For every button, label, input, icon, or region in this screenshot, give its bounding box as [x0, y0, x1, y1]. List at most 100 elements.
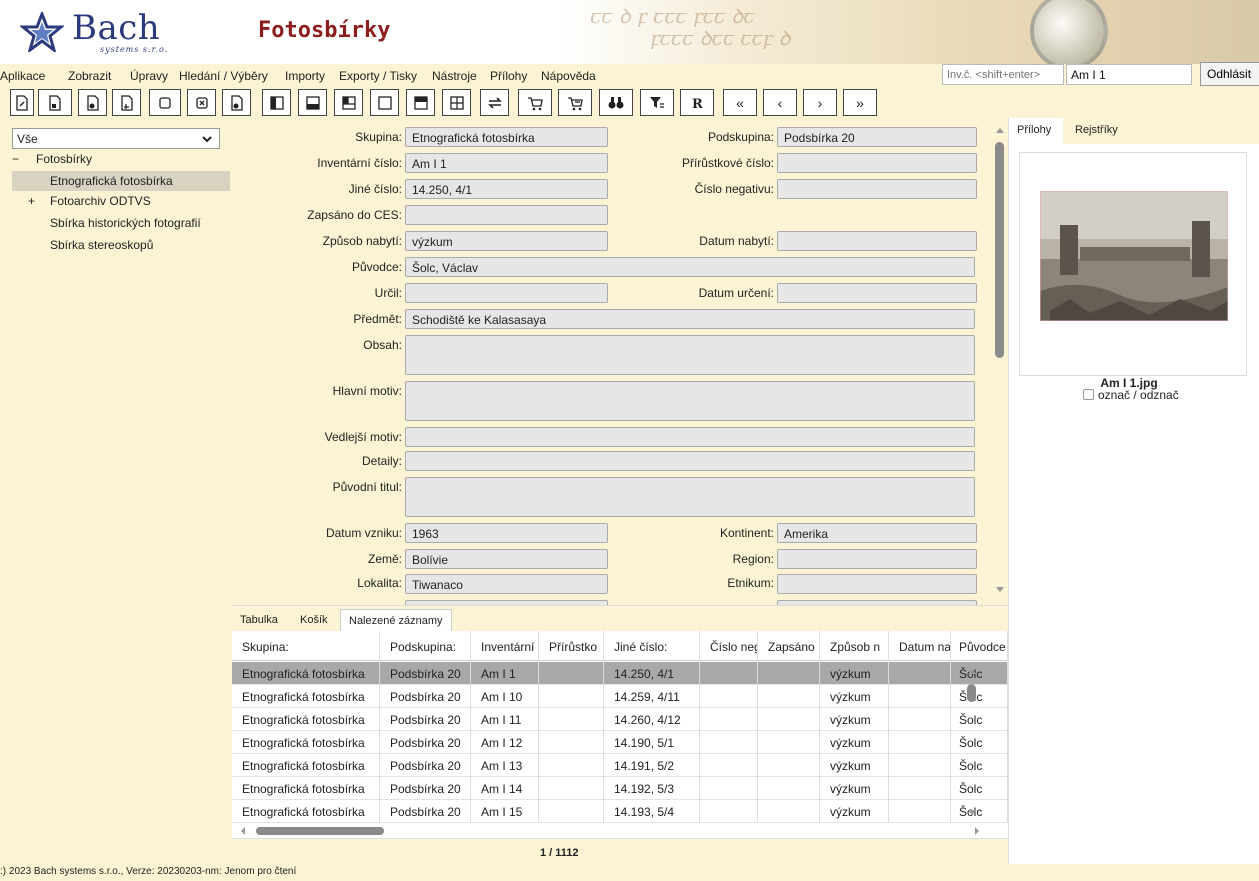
last-record-button[interactable]: » — [843, 89, 877, 116]
field-detaily[interactable] — [405, 451, 975, 471]
menu-napoveda[interactable]: Nápověda — [541, 69, 596, 83]
layout-split-button[interactable] — [334, 89, 363, 116]
copy-record-button[interactable] — [112, 89, 141, 116]
field-zapsano-ces[interactable] — [405, 205, 608, 225]
tab-prilohy[interactable]: Přílohy — [1009, 118, 1063, 144]
filter-button[interactable] — [640, 89, 674, 116]
logout-button[interactable]: Odhlásit — [1200, 62, 1259, 86]
blank-button[interactable] — [149, 89, 181, 116]
field-datum-urceni[interactable] — [777, 283, 977, 303]
field-puvodce[interactable]: Šolc, Václav — [405, 257, 975, 277]
tab-tabulka[interactable]: Tabulka — [232, 609, 286, 632]
quick-search-input[interactable] — [1066, 64, 1192, 85]
attachment-thumbnail[interactable] — [1019, 152, 1247, 376]
table-scroll-thumb[interactable] — [967, 684, 976, 702]
tree-item-etnograficka[interactable]: Etnografická fotosbírka — [12, 171, 230, 191]
column-header[interactable]: Zapsáno — [758, 631, 820, 661]
tab-kosik[interactable]: Košík — [292, 609, 336, 632]
column-header[interactable]: Původce — [951, 631, 1008, 661]
column-header[interactable]: Způsob n — [820, 631, 889, 661]
field-cislo-negativu[interactable] — [777, 179, 977, 199]
column-header[interactable]: Skupina: — [232, 631, 380, 661]
field-hlavni-motiv[interactable] — [405, 381, 975, 421]
attachment-mark-toggle[interactable]: označ / odznač — [1083, 388, 1179, 402]
menu-importy[interactable]: Importy — [285, 69, 325, 83]
layout-single-button[interactable] — [370, 89, 399, 116]
column-header[interactable]: Číslo neg — [700, 631, 758, 661]
field-puvodni-titul[interactable] — [405, 477, 975, 517]
menu-nastroje[interactable]: Nástroje — [432, 69, 477, 83]
field-skupina[interactable]: Etnografická fotosbírka — [405, 127, 608, 147]
save-record-button[interactable] — [222, 89, 251, 116]
previous-record-button[interactable]: ‹ — [763, 89, 797, 116]
table-row[interactable]: Etnografická fotosbírka Podsbírka 20 Am I … — [232, 800, 1008, 823]
layout-left-button[interactable] — [262, 89, 291, 116]
layout-grid-button[interactable] — [442, 89, 471, 116]
table-row[interactable]: Etnografická fotosbírka Podsbírka 20 Am I … — [232, 731, 1008, 754]
field-zpusob-nabyti[interactable]: výzkum — [405, 231, 608, 251]
tree-item-fotoarchiv[interactable]: Fotoarchiv ODTVS — [50, 194, 151, 208]
field-region[interactable] — [777, 549, 977, 569]
menu-zobrazit[interactable]: Zobrazit — [68, 69, 111, 83]
tree-item-stereoskopy[interactable]: Sbírka stereoskopů — [50, 238, 153, 252]
form-scroll-thumb[interactable] — [995, 142, 1004, 358]
lock-record-button[interactable] — [38, 89, 72, 116]
cart-remove-button[interactable] — [558, 89, 592, 116]
mark-checkbox[interactable] — [1083, 389, 1094, 400]
field-kontinent[interactable]: Amerika — [777, 523, 977, 543]
cart-add-button[interactable] — [518, 89, 552, 116]
menu-hledani[interactable]: Hledání / Výběry — [179, 69, 268, 83]
tree-item-historicke[interactable]: Sbírka historických fotografií — [50, 216, 201, 230]
column-header[interactable]: Inventární — [471, 631, 539, 661]
binoculars-button[interactable] — [599, 89, 633, 116]
menu-upravy[interactable]: Úpravy — [130, 69, 168, 83]
table-row[interactable]: Etnografická fotosbírka Podsbírka 20 Am I … — [232, 662, 1008, 685]
column-header[interactable]: Datum na — [889, 631, 951, 661]
table-row[interactable]: Etnografická fotosbírka Podsbírka 20 Am I … — [232, 754, 1008, 777]
field-jine-cislo[interactable]: 14.250, 4/1 — [405, 179, 608, 199]
tab-rejstriky[interactable]: Rejstříky — [1067, 118, 1126, 144]
tree-expand-toggle[interactable]: + — [28, 194, 35, 208]
tree-root-fotosbirky[interactable]: Fotosbírky — [36, 152, 92, 166]
table-hscroll-thumb[interactable] — [256, 827, 384, 835]
field-urcil[interactable] — [405, 283, 608, 303]
menu-exporty[interactable]: Exporty / Tisky — [339, 69, 417, 83]
field-datum-nabyti[interactable] — [777, 231, 977, 251]
form-scrollbar[interactable] — [992, 118, 1008, 605]
field-zeme[interactable]: Bolívie — [405, 549, 608, 569]
column-header[interactable]: Jiné číslo: — [604, 631, 700, 661]
field-etnikum[interactable] — [777, 574, 977, 594]
field-podskupina[interactable]: Podsbírka 20 — [777, 127, 977, 147]
delete-record-button[interactable] — [187, 89, 216, 116]
table-cell: Am I 15 — [471, 800, 539, 823]
field-inv-cislo[interactable]: Am I 1 — [405, 153, 608, 173]
edit-record-button[interactable] — [78, 89, 107, 116]
layout-bottom-button[interactable] — [298, 89, 327, 116]
inventory-number-input[interactable] — [942, 64, 1064, 85]
field-obsah[interactable] — [405, 335, 975, 375]
layout-top-button[interactable] — [406, 89, 435, 116]
collection-filter-select[interactable]: Vše — [12, 128, 220, 149]
table-row[interactable]: Etnografická fotosbírka Podsbírka 20 Am I … — [232, 777, 1008, 800]
next-record-button[interactable]: › — [803, 89, 837, 116]
new-record-button[interactable] — [10, 89, 34, 116]
first-record-button[interactable]: « — [723, 89, 757, 116]
report-button[interactable]: R — [680, 89, 714, 116]
attachments-panel: Přílohy Rejstříky Am I 1.jpg označ / odz… — [1008, 118, 1259, 864]
column-header[interactable]: Podskupina: — [380, 631, 471, 661]
field-lokalita[interactable]: Tiwanaco — [405, 574, 608, 594]
column-header[interactable]: Přírůstko — [539, 631, 604, 661]
field-vedlejsi-motiv[interactable] — [405, 427, 975, 447]
table-horizontal-scrollbar[interactable] — [232, 823, 980, 838]
table-row[interactable]: Etnografická fotosbírka Podsbírka 20 Am I … — [232, 685, 1008, 708]
swap-button[interactable] — [480, 89, 509, 116]
field-datum-vzniku[interactable]: 1963 — [405, 523, 608, 543]
menu-prilohy[interactable]: Přílohy — [490, 69, 527, 83]
table-row[interactable]: Etnografická fotosbírka Podsbírka 20 Am I … — [232, 708, 1008, 731]
tab-nalezene-zaznamy[interactable]: Nalezené záznamy — [340, 609, 452, 632]
field-predmet[interactable]: Schodiště ke Kalasasaya — [405, 309, 975, 329]
field-prirustkove[interactable] — [777, 153, 977, 173]
tree-collapse-toggle[interactable]: − — [12, 152, 19, 166]
table-vertical-scrollbar[interactable] — [964, 662, 980, 823]
menu-aplikace[interactable]: Aplikace — [0, 69, 45, 83]
